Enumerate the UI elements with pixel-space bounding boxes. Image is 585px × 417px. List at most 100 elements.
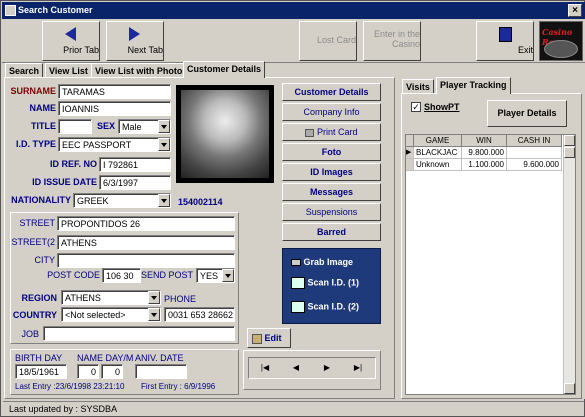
region-label: REGION (21, 293, 57, 303)
tab-view-list-photos[interactable]: View List with Photos (91, 63, 192, 78)
player-details-button[interactable]: Player Details (487, 100, 567, 127)
last-entry-text: Last Entry :23/6/1998 23:21:10 (15, 382, 125, 391)
table-cell[interactable] (507, 147, 562, 159)
company-info-button[interactable]: Company Info (282, 103, 381, 121)
name-label: NAME (29, 103, 57, 113)
edit-button[interactable]: Edit (247, 328, 291, 348)
nav-next-button[interactable]: ▶ (315, 363, 339, 375)
chevron-down-icon[interactable] (158, 138, 170, 151)
chevron-down-icon[interactable] (148, 308, 160, 321)
scroll-down-icon[interactable] (564, 383, 575, 394)
title-field[interactable] (58, 119, 92, 134)
aniv-date-label: ANIV. DATE (135, 353, 184, 363)
nav-first-button[interactable]: |◀ (253, 363, 277, 375)
status-bar: Last updated by : SYSDBA (3, 401, 584, 416)
chevron-down-icon[interactable] (158, 194, 170, 207)
id-type-select[interactable]: EEC PASSPORT (58, 137, 171, 152)
tab-search[interactable]: Search (5, 63, 44, 78)
scroll-thumb[interactable] (564, 147, 575, 158)
grid-indicator-header (406, 135, 414, 147)
right-tabs: Visits Player Tracking (400, 77, 580, 94)
suspensions-button[interactable]: Suspensions (282, 203, 381, 221)
phone-field[interactable]: 0031 653 28662 (164, 307, 235, 322)
next-tab-button[interactable]: Next Tab (106, 21, 164, 61)
tab-view-list[interactable]: View List (45, 63, 92, 78)
col-game-header[interactable]: GAME (414, 135, 462, 147)
enter-casino-button[interactable]: Enter in the Casino (363, 21, 421, 61)
chevron-down-icon[interactable] (148, 291, 160, 304)
nav-prev-button[interactable]: ◀ (284, 363, 308, 375)
lost-card-label: Lost Card (316, 35, 356, 45)
chevron-down-icon[interactable] (158, 120, 170, 133)
table-cell[interactable]: 9.800.000 (462, 147, 507, 159)
country-select[interactable]: <Not selected> (61, 307, 161, 322)
tab-player-tracking[interactable]: Player Tracking (436, 77, 511, 94)
lost-card-button[interactable]: Lost Card (299, 21, 357, 61)
city-field[interactable] (57, 253, 235, 268)
post-code-label: POST CODE (47, 270, 100, 280)
name-field[interactable]: IOANNIS (58, 101, 171, 116)
exit-button[interactable]: Exit (476, 21, 534, 61)
aniv-date-field[interactable] (135, 364, 187, 379)
close-button[interactable]: × (568, 4, 582, 17)
exit-label: Exit (517, 45, 533, 55)
printer-icon (305, 128, 315, 137)
send-post-select[interactable]: YES (196, 268, 235, 283)
sex-label: SEX (96, 121, 115, 131)
nationality-select[interactable]: GREEK (73, 193, 171, 208)
tab-visits[interactable]: Visits (402, 79, 434, 94)
print-card-button[interactable]: Print Card (282, 123, 381, 141)
name-day-month-field[interactable]: 0 (101, 364, 123, 379)
roulette-icon (544, 40, 578, 58)
vertical-scrollbar[interactable] (563, 135, 575, 394)
scan-id-2-button[interactable]: Scan I.D. (2) (291, 301, 381, 313)
phone-label: PHONE (164, 294, 197, 304)
scan-id-1-label: Scan I.D. (1) (307, 277, 360, 288)
country-value: <Not selected> (65, 310, 126, 320)
title-bar: Search Customer × (2, 2, 585, 19)
arrow-right-icon (129, 27, 140, 41)
table-cell[interactable]: 1.100.000 (462, 159, 507, 171)
id-images-button[interactable]: ID Images (282, 163, 381, 181)
id-ref-label: ID REF. NO (49, 159, 97, 169)
main-tabs: Search View List View List with Photos C… (3, 61, 398, 78)
birth-day-field[interactable]: 18/5/1961 (15, 364, 67, 379)
post-code-field[interactable]: 106 30 (102, 268, 141, 283)
country-label: COUNTRY (12, 310, 57, 320)
grab-image-button[interactable]: Grab Image (291, 257, 381, 267)
scroll-up-icon[interactable] (564, 135, 575, 146)
show-pt-checkbox[interactable]: ✓ (411, 102, 421, 112)
last-updated-text: Last updated by : SYSDBA (9, 404, 118, 414)
surname-field[interactable]: TARAMAS (58, 84, 171, 99)
street-field[interactable]: PROPONTIDOS 26 (57, 216, 235, 231)
col-cash-in-header[interactable]: CASH IN (507, 135, 562, 147)
prior-tab-label: Prior Tab (63, 45, 99, 55)
print-card-label: Print Card (317, 127, 358, 137)
street2-field[interactable]: ATHENS (57, 235, 235, 250)
id-issue-field[interactable]: 6/3/1997 (99, 175, 171, 190)
barred-button[interactable]: Barred (282, 223, 381, 241)
table-cell[interactable]: 9.600.000 (507, 159, 562, 171)
scanner-icon (291, 301, 305, 313)
region-select[interactable]: ATHENS (61, 290, 161, 305)
show-pt-label: ShowPT (424, 102, 460, 112)
messages-button[interactable]: Messages (282, 183, 381, 201)
col-win-header[interactable]: WIN (462, 135, 507, 147)
table-cell[interactable]: Unknown (414, 159, 462, 171)
customer-details-button[interactable]: Customer Details (282, 83, 381, 101)
nationality-value: GREEK (77, 196, 109, 206)
chevron-down-icon[interactable] (222, 269, 234, 282)
table-cell[interactable]: BLACKJAC (414, 147, 462, 159)
title-label: TITLE (31, 121, 56, 131)
name-day-day-field[interactable]: 0 (77, 364, 99, 379)
scan-id-1-button[interactable]: Scan I.D. (1) (291, 277, 381, 289)
prior-tab-button[interactable]: Prior Tab (42, 21, 100, 61)
sex-select[interactable]: Male (118, 119, 171, 134)
foto-button[interactable]: Foto (282, 143, 381, 161)
nav-last-button[interactable]: ▶| (346, 363, 370, 375)
job-field[interactable] (43, 326, 235, 341)
tab-customer-details[interactable]: Customer Details (183, 61, 266, 78)
job-label: JOB (21, 329, 39, 339)
id-ref-field[interactable]: I 792861 (99, 157, 171, 172)
sex-value: Male (122, 122, 142, 132)
